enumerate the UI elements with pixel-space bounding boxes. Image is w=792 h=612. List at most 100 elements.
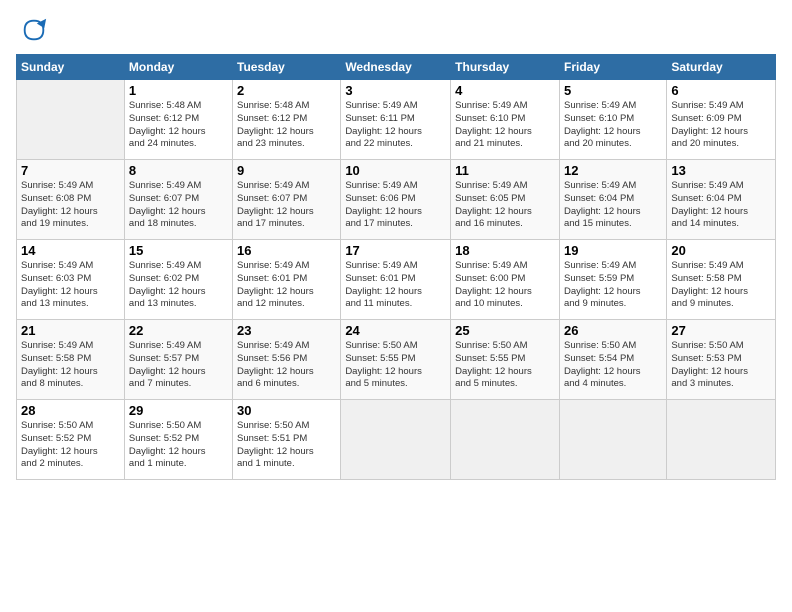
week-row-4: 21 Sunrise: 5:49 AM Sunset: 5:58 PM Dayli… bbox=[17, 320, 776, 400]
day-cell: 19Sunrise: 5:49 AM Sunset: 5:59 PM Dayli… bbox=[559, 240, 666, 320]
logo-text bbox=[16, 16, 48, 44]
day-info: Sunrise: 5:49 AM Sunset: 6:01 PM Dayligh… bbox=[345, 260, 446, 311]
col-header-sunday: Sunday bbox=[17, 55, 125, 80]
col-header-tuesday: Tuesday bbox=[233, 55, 341, 80]
day-info: Sunrise: 5:50 AM Sunset: 5:55 PM Dayligh… bbox=[345, 340, 446, 391]
col-header-monday: Monday bbox=[124, 55, 232, 80]
day-info: Sunrise: 5:50 AM Sunset: 5:52 PM Dayligh… bbox=[129, 420, 228, 471]
day-info: Sunrise: 5:49 AM Sunset: 6:10 PM Dayligh… bbox=[455, 100, 555, 151]
day-number: 2 bbox=[237, 83, 336, 98]
day-number: 1 bbox=[129, 83, 228, 98]
day-cell: 21 Sunrise: 5:49 AM Sunset: 5:58 PM Dayli… bbox=[17, 320, 125, 400]
day-number: 11 bbox=[455, 163, 555, 178]
week-row-2: 7 Sunrise: 5:49 AM Sunset: 6:08 PM Daylig… bbox=[17, 160, 776, 240]
day-cell: 20 Sunrise: 5:49 AM Sunset: 5:58 PM Dayli… bbox=[667, 240, 776, 320]
day-cell: 17Sunrise: 5:49 AM Sunset: 6:01 PM Dayli… bbox=[341, 240, 451, 320]
day-cell: 4 Sunrise: 5:49 AM Sunset: 6:10 PM Daylig… bbox=[451, 80, 560, 160]
day-info: Sunrise: 5:50 AM Sunset: 5:54 PM Dayligh… bbox=[564, 340, 662, 391]
day-info: Sunrise: 5:49 AM Sunset: 6:01 PM Dayligh… bbox=[237, 260, 336, 311]
day-cell: 15 Sunrise: 5:49 AM Sunset: 6:02 PM Dayli… bbox=[124, 240, 232, 320]
day-number: 23 bbox=[237, 323, 336, 338]
day-cell: 28 Sunrise: 5:50 AM Sunset: 5:52 PM Dayli… bbox=[17, 400, 125, 480]
day-number: 7 bbox=[21, 163, 120, 178]
day-info: Sunrise: 5:48 AM Sunset: 6:12 PM Dayligh… bbox=[237, 100, 336, 151]
day-cell: 7 Sunrise: 5:49 AM Sunset: 6:08 PM Daylig… bbox=[17, 160, 125, 240]
day-info: Sunrise: 5:49 AM Sunset: 5:58 PM Dayligh… bbox=[671, 260, 771, 311]
day-info: Sunrise: 5:48 AM Sunset: 6:12 PM Dayligh… bbox=[129, 100, 228, 151]
day-cell: 29 Sunrise: 5:50 AM Sunset: 5:52 PM Dayli… bbox=[124, 400, 232, 480]
logo-icon bbox=[20, 16, 48, 44]
page: SundayMondayTuesdayWednesdayThursdayFrid… bbox=[0, 0, 792, 612]
week-row-5: 28 Sunrise: 5:50 AM Sunset: 5:52 PM Dayli… bbox=[17, 400, 776, 480]
day-cell: 13Sunrise: 5:49 AM Sunset: 6:04 PM Dayli… bbox=[667, 160, 776, 240]
day-number: 14 bbox=[21, 243, 120, 258]
week-row-1: 1 Sunrise: 5:48 AM Sunset: 6:12 PM Daylig… bbox=[17, 80, 776, 160]
day-info: Sunrise: 5:49 AM Sunset: 6:09 PM Dayligh… bbox=[671, 100, 771, 151]
calendar-table: SundayMondayTuesdayWednesdayThursdayFrid… bbox=[16, 54, 776, 480]
day-number: 20 bbox=[671, 243, 771, 258]
day-cell: 27 Sunrise: 5:50 AM Sunset: 5:53 PM Dayli… bbox=[667, 320, 776, 400]
day-number: 6 bbox=[671, 83, 771, 98]
day-number: 5 bbox=[564, 83, 662, 98]
day-info: Sunrise: 5:49 AM Sunset: 6:02 PM Dayligh… bbox=[129, 260, 228, 311]
day-number: 16 bbox=[237, 243, 336, 258]
day-number: 10 bbox=[345, 163, 446, 178]
day-info: Sunrise: 5:49 AM Sunset: 6:05 PM Dayligh… bbox=[455, 180, 555, 231]
day-info: Sunrise: 5:49 AM Sunset: 6:07 PM Dayligh… bbox=[237, 180, 336, 231]
day-info: Sunrise: 5:49 AM Sunset: 6:06 PM Dayligh… bbox=[345, 180, 446, 231]
day-info: Sunrise: 5:49 AM Sunset: 5:56 PM Dayligh… bbox=[237, 340, 336, 391]
day-cell: 10 Sunrise: 5:49 AM Sunset: 6:06 PM Dayli… bbox=[341, 160, 451, 240]
day-cell bbox=[667, 400, 776, 480]
day-info: Sunrise: 5:50 AM Sunset: 5:51 PM Dayligh… bbox=[237, 420, 336, 471]
day-cell: 5Sunrise: 5:49 AM Sunset: 6:10 PM Daylig… bbox=[559, 80, 666, 160]
day-cell: 2 Sunrise: 5:48 AM Sunset: 6:12 PM Daylig… bbox=[233, 80, 341, 160]
day-number: 28 bbox=[21, 403, 120, 418]
day-cell: 1 Sunrise: 5:48 AM Sunset: 6:12 PM Daylig… bbox=[124, 80, 232, 160]
day-info: Sunrise: 5:49 AM Sunset: 6:08 PM Dayligh… bbox=[21, 180, 120, 231]
day-cell: 22 Sunrise: 5:49 AM Sunset: 5:57 PM Dayli… bbox=[124, 320, 232, 400]
day-number: 9 bbox=[237, 163, 336, 178]
day-info: Sunrise: 5:49 AM Sunset: 6:07 PM Dayligh… bbox=[129, 180, 228, 231]
day-cell: 23 Sunrise: 5:49 AM Sunset: 5:56 PM Dayli… bbox=[233, 320, 341, 400]
day-number: 19 bbox=[564, 243, 662, 258]
day-info: Sunrise: 5:49 AM Sunset: 6:00 PM Dayligh… bbox=[455, 260, 555, 311]
day-info: Sunrise: 5:50 AM Sunset: 5:53 PM Dayligh… bbox=[671, 340, 771, 391]
week-row-3: 14 Sunrise: 5:49 AM Sunset: 6:03 PM Dayli… bbox=[17, 240, 776, 320]
day-number: 27 bbox=[671, 323, 771, 338]
col-header-saturday: Saturday bbox=[667, 55, 776, 80]
day-number: 8 bbox=[129, 163, 228, 178]
day-number: 15 bbox=[129, 243, 228, 258]
day-cell: 18 Sunrise: 5:49 AM Sunset: 6:00 PM Dayli… bbox=[451, 240, 560, 320]
day-number: 25 bbox=[455, 323, 555, 338]
day-number: 29 bbox=[129, 403, 228, 418]
calendar-body: 1 Sunrise: 5:48 AM Sunset: 6:12 PM Daylig… bbox=[17, 80, 776, 480]
logo bbox=[16, 16, 48, 44]
day-info: Sunrise: 5:49 AM Sunset: 5:58 PM Dayligh… bbox=[21, 340, 120, 391]
day-cell bbox=[341, 400, 451, 480]
day-number: 22 bbox=[129, 323, 228, 338]
day-cell: 6 Sunrise: 5:49 AM Sunset: 6:09 PM Daylig… bbox=[667, 80, 776, 160]
col-header-thursday: Thursday bbox=[451, 55, 560, 80]
calendar-header: SundayMondayTuesdayWednesdayThursdayFrid… bbox=[17, 55, 776, 80]
col-header-friday: Friday bbox=[559, 55, 666, 80]
day-info: Sunrise: 5:49 AM Sunset: 5:57 PM Dayligh… bbox=[129, 340, 228, 391]
day-number: 18 bbox=[455, 243, 555, 258]
day-info: Sunrise: 5:50 AM Sunset: 5:52 PM Dayligh… bbox=[21, 420, 120, 471]
day-cell: 11 Sunrise: 5:49 AM Sunset: 6:05 PM Dayli… bbox=[451, 160, 560, 240]
day-number: 26 bbox=[564, 323, 662, 338]
day-number: 3 bbox=[345, 83, 446, 98]
day-cell bbox=[17, 80, 125, 160]
day-info: Sunrise: 5:49 AM Sunset: 6:03 PM Dayligh… bbox=[21, 260, 120, 311]
day-number: 4 bbox=[455, 83, 555, 98]
day-number: 21 bbox=[21, 323, 120, 338]
day-cell: 14 Sunrise: 5:49 AM Sunset: 6:03 PM Dayli… bbox=[17, 240, 125, 320]
day-number: 24 bbox=[345, 323, 446, 338]
day-cell: 16 Sunrise: 5:49 AM Sunset: 6:01 PM Dayli… bbox=[233, 240, 341, 320]
day-info: Sunrise: 5:49 AM Sunset: 6:11 PM Dayligh… bbox=[345, 100, 446, 151]
day-info: Sunrise: 5:50 AM Sunset: 5:55 PM Dayligh… bbox=[455, 340, 555, 391]
day-cell bbox=[559, 400, 666, 480]
day-info: Sunrise: 5:49 AM Sunset: 6:04 PM Dayligh… bbox=[671, 180, 771, 231]
day-number: 12 bbox=[564, 163, 662, 178]
day-cell: 24 Sunrise: 5:50 AM Sunset: 5:55 PM Dayli… bbox=[341, 320, 451, 400]
header-row: SundayMondayTuesdayWednesdayThursdayFrid… bbox=[17, 55, 776, 80]
